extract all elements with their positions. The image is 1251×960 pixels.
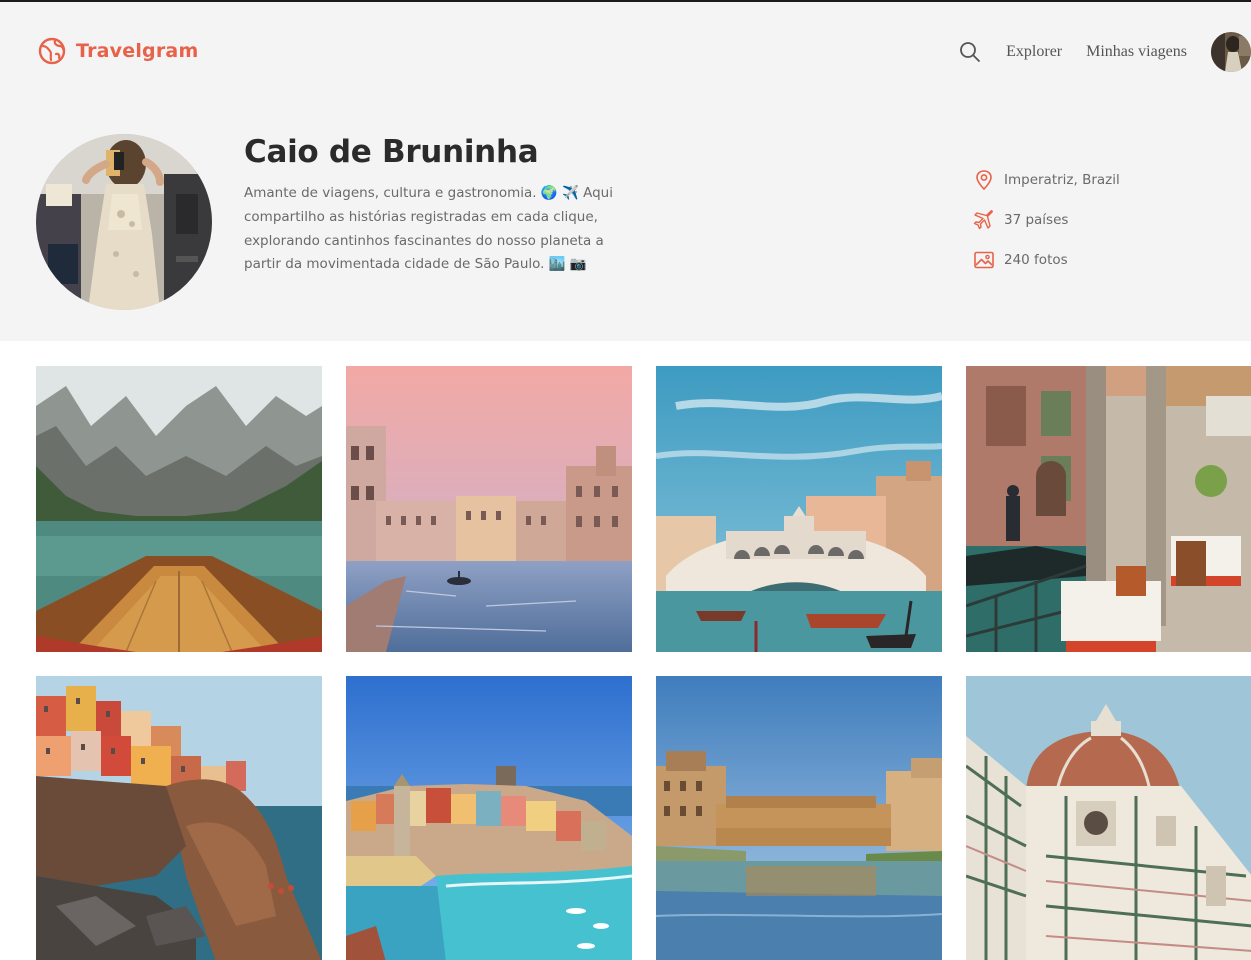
photo-manarola-image [36,676,322,960]
photo-rialto-bridge-image [656,366,942,652]
photo-manarola[interactable] [36,676,322,960]
stat-countries-text: 37 países [1004,212,1069,228]
globe-icon [38,37,66,65]
airplane-icon [973,210,993,230]
image-icon [974,251,994,269]
logo-text: Travelgram [76,40,199,62]
stat-photos: 240 fotos [973,248,1120,272]
nav-explore-link[interactable]: Explorer [1006,43,1062,61]
search-icon[interactable] [958,40,982,64]
photo-ponte-vecchio-image [656,676,942,960]
profile-photo-image [36,134,212,310]
nav-my-trips-link[interactable]: Minhas viagens [1086,43,1187,61]
profile-name: Caio de Bruninha [244,134,539,170]
avatar[interactable] [1211,32,1251,72]
logo[interactable]: Travelgram [38,37,198,65]
top-nav: Explorer Minhas viagens [958,32,1251,72]
stat-location: Imperatriz, Brazil [973,168,1120,192]
photo-venice-canal-cafe-image [966,366,1251,652]
stat-countries: 37 países [973,208,1120,232]
photo-mountain-lake-boat-image [36,366,322,652]
photo-ponte-vecchio[interactable] [656,676,942,960]
stat-photos-text: 240 fotos [1004,252,1068,268]
stat-location-text: Imperatriz, Brazil [1004,172,1120,188]
photo-gallery [36,366,1251,960]
profile-header: Travelgram Explorer Minhas viagens Caio … [0,2,1251,341]
photo-vernazza[interactable] [346,676,632,960]
profile-bio: Amante de viagens, cultura e gastronomia… [244,185,613,273]
photo-vernazza-image [346,676,632,960]
photo-rialto-bridge[interactable] [656,366,942,652]
photo-venice-canal-cafe[interactable] [966,366,1251,652]
photo-mountain-lake-boat[interactable] [36,366,322,652]
location-pin-icon [976,170,992,190]
profile-stats: Imperatriz, Brazil 37 países 240 fotos [973,168,1120,288]
photo-venice-canal-sunset-image [346,366,632,652]
photo-venice-canal-sunset[interactable] [346,366,632,652]
photo-florence-duomo-image [966,676,1251,960]
profile-avatar [36,134,212,310]
photo-florence-duomo[interactable] [966,676,1251,960]
